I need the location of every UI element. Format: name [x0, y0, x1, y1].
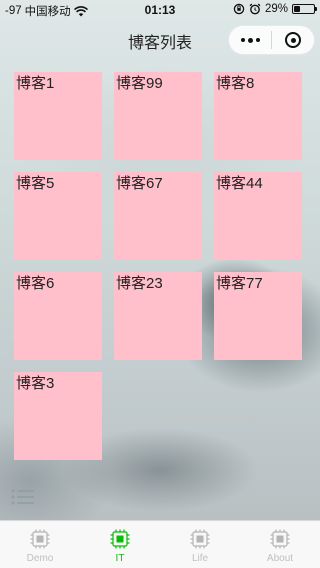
chip-icon	[110, 529, 130, 549]
chip-icon	[30, 529, 50, 549]
navigation-bar: 博客列表	[0, 20, 320, 60]
blog-card[interactable]: 博客8	[214, 72, 302, 160]
blog-card[interactable]: 博客3	[14, 372, 102, 460]
blog-card[interactable]: 博客23	[114, 272, 202, 360]
blog-card[interactable]: 博客67	[114, 172, 202, 260]
tab-it[interactable]: IT	[80, 521, 160, 568]
list-icon[interactable]	[10, 488, 36, 508]
more-dots-icon-right	[255, 38, 260, 42]
battery-percent: 29%	[264, 3, 288, 15]
blog-card[interactable]: 博客44	[214, 172, 302, 260]
more-dots-icon-center	[247, 37, 253, 43]
status-right: 29%	[233, 3, 317, 15]
chip-icon	[190, 529, 210, 549]
battery-icon	[292, 4, 317, 14]
tab-bar: Demo IT Life About	[0, 520, 320, 568]
blog-card[interactable]: 博客99	[114, 72, 202, 160]
more-dots-icon	[240, 38, 245, 42]
tab-label: Life	[191, 553, 209, 564]
tab-label: Demo	[26, 553, 54, 564]
tab-demo[interactable]: Demo	[0, 521, 80, 568]
orientation-lock-icon	[233, 3, 245, 15]
status-bar: -97 中国移动 01:13 29%	[0, 0, 320, 20]
alarm-icon	[249, 3, 261, 15]
close-button[interactable]	[272, 26, 314, 54]
tab-about[interactable]: About	[240, 521, 320, 568]
tab-label: IT	[115, 553, 125, 564]
tab-label: About	[266, 553, 294, 564]
more-button[interactable]	[229, 26, 271, 54]
blog-card[interactable]: 博客5	[14, 172, 102, 260]
close-circle-icon-dot	[290, 37, 296, 43]
blog-card[interactable]: 博客6	[14, 272, 102, 360]
battery-level	[294, 6, 300, 12]
blog-card[interactable]: 博客1	[14, 72, 102, 160]
chip-icon	[270, 529, 290, 549]
mini-program-capsule	[228, 25, 315, 55]
tab-life[interactable]: Life	[160, 521, 240, 568]
blog-card[interactable]: 博客77	[214, 272, 302, 360]
close-circle-icon	[285, 32, 301, 48]
